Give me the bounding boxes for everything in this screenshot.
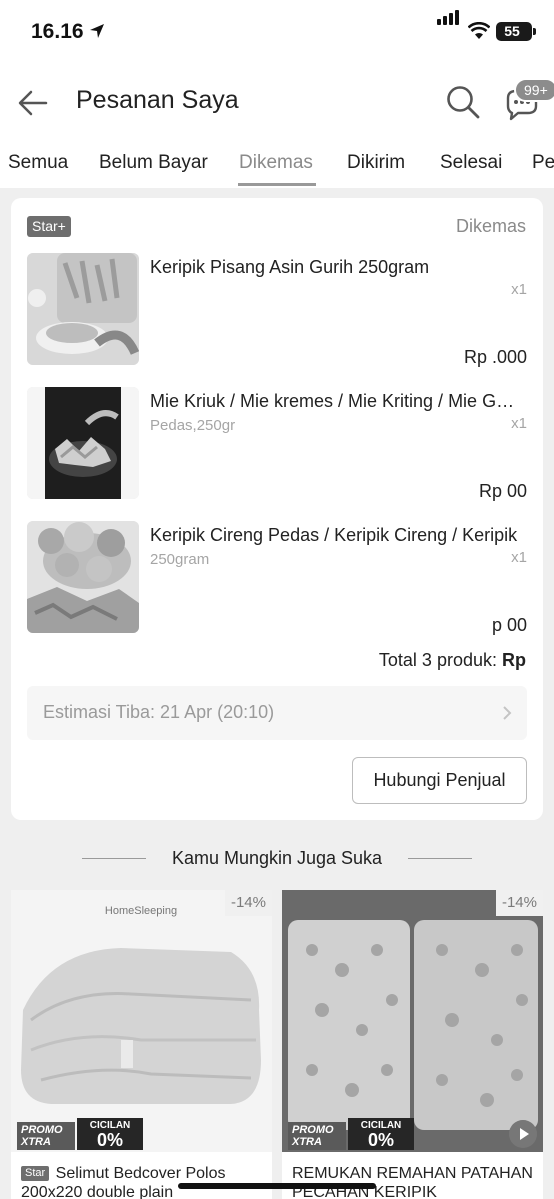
- status-time: 16.16: [31, 20, 84, 43]
- tab-semua[interactable]: Semua: [8, 152, 68, 174]
- discount-badge: -14%: [495, 890, 543, 916]
- location-arrow-icon: [90, 24, 104, 38]
- order-item[interactable]: Keripik Pisang Asin Gurih 250gram x1 Rp …: [27, 253, 527, 367]
- tab-dikemas[interactable]: Dikemas: [239, 152, 313, 174]
- product-card[interactable]: HomeSleeping -14% PROMO XTRA CICILAN 0% …: [11, 890, 272, 1199]
- product-price: Rp .000: [463, 347, 527, 367]
- promo-xtra-label: PROMO XTRA: [288, 1122, 346, 1150]
- tab-selesai[interactable]: Selesai: [440, 152, 502, 174]
- product-thumbnail: [27, 521, 139, 633]
- active-tab-indicator: [238, 183, 316, 186]
- tab-pengembalian[interactable]: Pe: [532, 152, 554, 174]
- order-item[interactable]: Keripik Cireng Pedas / Keripik Cireng / …: [27, 521, 527, 635]
- total-value: Rp: [502, 650, 526, 670]
- product-name: Keripik Cireng Pedas / Keripik Cireng / …: [150, 525, 518, 545]
- play-video-icon[interactable]: [509, 1120, 537, 1148]
- star-plus-badge: Star+: [27, 216, 71, 237]
- home-indicator[interactable]: [178, 1183, 376, 1189]
- product-thumbnail: [27, 387, 139, 499]
- status-bar: 16.16 55: [0, 0, 554, 66]
- product-variant: 250gram: [150, 551, 210, 568]
- recommendations-header: Kamu Mungkin Juga Suka: [0, 846, 554, 872]
- product-name: Keripik Pisang Asin Gurih 250gram: [150, 257, 430, 277]
- brand-logo-text: HomeSleeping: [105, 905, 177, 917]
- back-arrow-icon[interactable]: [16, 86, 50, 120]
- product-card[interactable]: -14% PROMO XTRA CICILAN 0% REMUKAN REMAH…: [282, 890, 543, 1199]
- order-status: Dikemas: [455, 216, 526, 236]
- chevron-right-icon: [503, 706, 512, 720]
- contact-seller-button[interactable]: Hubungi Penjual: [352, 757, 527, 804]
- cicilan-percent: 0%: [367, 1130, 394, 1150]
- product-name-text: Selimut Bedcover Polos 200x220 double pl…: [21, 1165, 226, 1199]
- divider: [408, 858, 472, 859]
- chat-badge: 99+: [514, 78, 554, 102]
- product-name-text: REMUKAN REMAHAN PATAHAN PECAHAN KERIPIK: [292, 1165, 533, 1199]
- product-variant: Pedas,250gr: [150, 417, 236, 434]
- battery-cap: [533, 28, 536, 35]
- promo-xtra-label: PROMO XTRA: [17, 1122, 75, 1150]
- cicilan-label: CICILAN 0%: [348, 1118, 414, 1150]
- total-label: Total 3 produk:: [378, 650, 497, 670]
- product-thumbnail: [27, 253, 139, 365]
- product-image: HomeSleeping: [11, 890, 272, 1152]
- order-total: Total 3 produk: Rp: [379, 650, 526, 671]
- product-price: Rp 00: [478, 481, 527, 501]
- product-qty: x1: [511, 281, 527, 298]
- order-item[interactable]: Mie Kriuk / Mie kremes / Mie Kriting / M…: [27, 387, 527, 501]
- delivery-estimate[interactable]: Estimasi Tiba: 21 Apr (20:10): [27, 686, 527, 740]
- battery-level: 55: [504, 23, 520, 39]
- product-name: REMUKAN REMAHAN PATAHAN PECAHAN KERIPIK: [292, 1164, 537, 1199]
- order-tabs: Semua Belum Bayar Dikemas Dikirim Selesa…: [0, 138, 554, 188]
- tab-dikirim[interactable]: Dikirim: [347, 152, 405, 174]
- star-badge: Star: [21, 1166, 50, 1181]
- product-price: p 00: [491, 615, 527, 635]
- order-card[interactable]: Star+ Dikemas Keripik Pisang Asin Gurih …: [11, 198, 543, 820]
- battery-icon: 55: [496, 22, 532, 41]
- tab-belum-bayar[interactable]: Belum Bayar: [99, 152, 208, 174]
- product-name: Star Selimut Bedcover Polos 200x220 doub…: [21, 1164, 266, 1199]
- discount-badge: -14%: [224, 890, 272, 916]
- wifi-icon: [468, 22, 490, 39]
- product-qty: x1: [511, 415, 527, 432]
- cicilan-percent: 0%: [96, 1130, 123, 1150]
- page-title: Pesanan Saya: [76, 86, 239, 114]
- product-qty: x1: [511, 549, 527, 566]
- header: Pesanan Saya: [0, 66, 554, 138]
- product-name: Mie Kriuk / Mie kremes / Mie Kriting / M…: [150, 391, 520, 411]
- product-image: [282, 890, 543, 1152]
- search-icon[interactable]: [445, 84, 481, 120]
- cicilan-label: CICILAN 0%: [77, 1118, 143, 1150]
- delivery-estimate-text: Estimasi Tiba: 21 Apr (20:10): [43, 702, 275, 722]
